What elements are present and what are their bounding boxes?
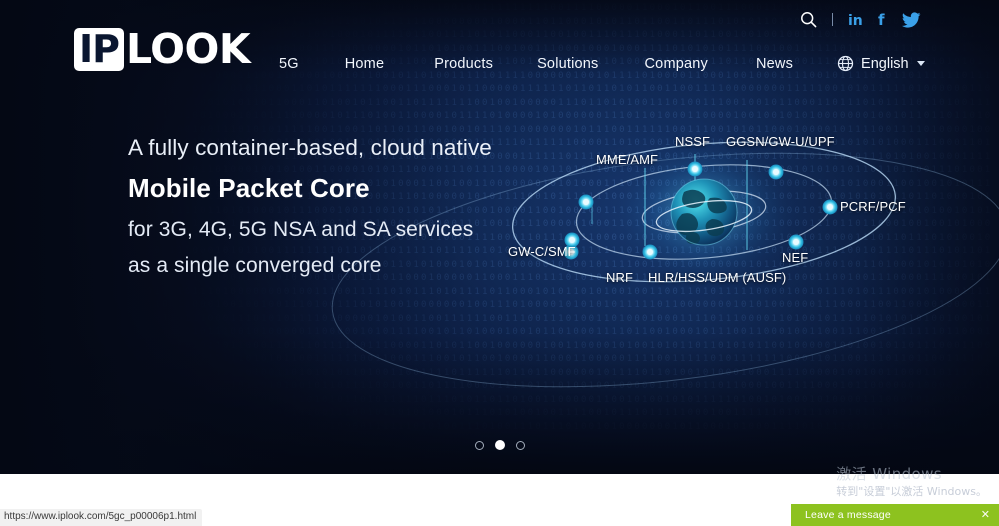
hero-subtitle: for 3G, 4G, 5G NSA and SA services (128, 212, 492, 248)
hero-eyebrow: A fully container-based, cloud native (128, 133, 492, 163)
site-logo[interactable]: IP LOOK (74, 28, 250, 71)
carousel-dot-1[interactable] (475, 441, 484, 450)
chat-widget-label: Leave a message (805, 509, 891, 521)
node-dot-ggsn[interactable] (769, 165, 784, 180)
chevron-down-icon (917, 61, 925, 66)
header-utilities: in f (800, 11, 921, 28)
main-navigation: 5G Home Products Solutions Company News (279, 55, 925, 72)
carousel-dot-2[interactable] (495, 440, 505, 450)
site-header: in f IP LOOK 5G Home Products Solutions … (0, 0, 999, 96)
nav-item-solutions[interactable]: Solutions (537, 56, 598, 72)
carousel-dot-3[interactable] (516, 441, 525, 450)
node-dot-nef[interactable] (789, 235, 804, 250)
close-icon[interactable]: ✕ (981, 510, 990, 521)
language-selector[interactable]: English (837, 55, 925, 72)
diagram-svg (420, 120, 995, 370)
twitter-icon[interactable] (902, 12, 921, 28)
nav-item-products[interactable]: Products (434, 56, 493, 72)
svg-text:in: in (848, 13, 863, 28)
node-label-pcrf-pcf: PCRF/PCF (840, 199, 906, 214)
node-dot-hlr-hss[interactable] (643, 245, 658, 260)
node-dot-pcrf-pcf[interactable] (823, 200, 838, 215)
node-label-ggsn: GGSN/GW-U/UPF (726, 134, 835, 149)
hero-copy: A fully container-based, cloud native Mo… (128, 133, 492, 284)
facebook-icon[interactable]: f (877, 12, 889, 28)
hero-subtitle-2: as a single converged core (128, 248, 492, 284)
nav-item-home[interactable]: Home (345, 56, 384, 72)
carousel-indicators (0, 440, 999, 450)
linkedin-icon[interactable]: in (848, 12, 864, 28)
header-divider (832, 13, 833, 26)
language-label: English (861, 56, 909, 72)
hero-title: Mobile Packet Core (128, 168, 492, 208)
chat-widget[interactable]: Leave a message ✕ (791, 504, 999, 526)
node-label-nef: NEF (782, 250, 808, 265)
node-label-hlr-hss: HLR/HSS/UDM (AUSF) (648, 270, 786, 285)
node-dot-nssf[interactable] (688, 162, 703, 177)
nav-item-5g[interactable]: 5G (279, 56, 299, 72)
logo-ip-mark: IP (74, 28, 124, 71)
node-label-nrf: NRF (606, 270, 633, 285)
node-label-mme-amf: MME/AMF (596, 152, 658, 167)
nav-item-news[interactable]: News (756, 56, 793, 72)
svg-text:f: f (878, 12, 885, 28)
node-label-nssf: NSSF (675, 134, 710, 149)
status-bar-url: https://www.iplook.com/5gc_p00006p1.html (0, 509, 202, 526)
node-dot-mme-amf[interactable] (579, 195, 594, 210)
nav-item-company[interactable]: Company (645, 56, 708, 72)
hero-banner: 1011111100000101010001101001100111011000… (0, 0, 999, 474)
logo-wordmark: LOOK (126, 29, 250, 70)
node-label-gw-c-smf: GW-C/SMF (508, 244, 576, 259)
network-architecture-diagram: MME/AMF NSSF GGSN/GW-U/UPF PCRF/PCF NEF … (420, 120, 995, 370)
globe-icon (837, 55, 854, 72)
search-icon[interactable] (800, 11, 817, 28)
